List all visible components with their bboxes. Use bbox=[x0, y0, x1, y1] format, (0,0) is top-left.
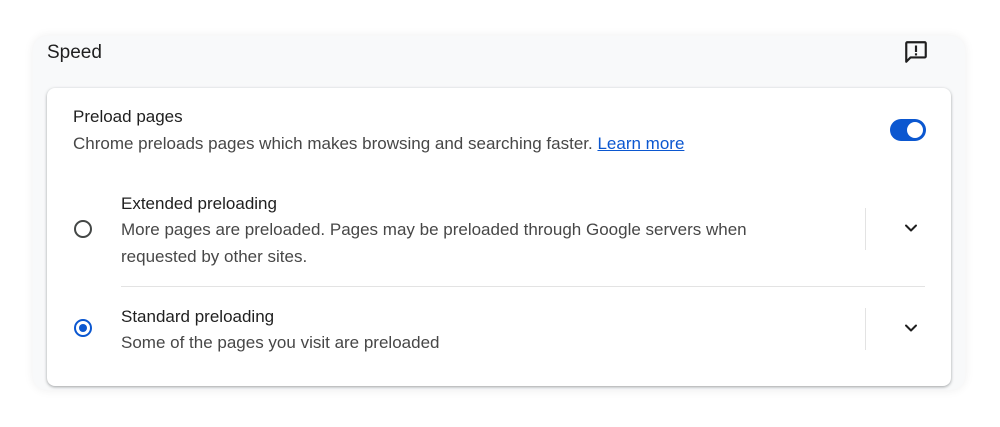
standard-preloading-description: Some of the pages you visit are preloade… bbox=[121, 333, 440, 352]
preload-toggle[interactable] bbox=[890, 119, 926, 141]
extended-preloading-description: More pages are preloaded. Pages may be p… bbox=[121, 220, 747, 266]
divider bbox=[865, 208, 866, 250]
preload-title: Preload pages bbox=[73, 107, 183, 126]
section-title: Speed bbox=[47, 42, 102, 63]
chevron-down-icon[interactable] bbox=[899, 216, 923, 240]
chevron-down-icon[interactable] bbox=[899, 316, 923, 340]
feedback-icon[interactable] bbox=[903, 39, 929, 65]
preload-description-text: Chrome preloads pages which makes browsi… bbox=[73, 134, 593, 153]
divider bbox=[865, 308, 866, 350]
standard-preloading-title: Standard preloading bbox=[121, 307, 275, 326]
learn-more-link[interactable]: Learn more bbox=[597, 134, 684, 153]
speed-section: Speed Preload pages Chrome preloads page… bbox=[33, 36, 965, 390]
extended-preloading-radio[interactable] bbox=[74, 220, 92, 238]
option-separator bbox=[121, 286, 925, 287]
preload-card: Preload pages Chrome preloads pages whic… bbox=[47, 88, 951, 386]
toggle-knob bbox=[907, 122, 923, 138]
standard-preloading-radio[interactable] bbox=[74, 319, 92, 337]
extended-preloading-title: Extended preloading bbox=[121, 194, 277, 213]
preload-description: Chrome preloads pages which makes browsi… bbox=[73, 134, 684, 154]
radio-selected-dot bbox=[79, 324, 87, 332]
